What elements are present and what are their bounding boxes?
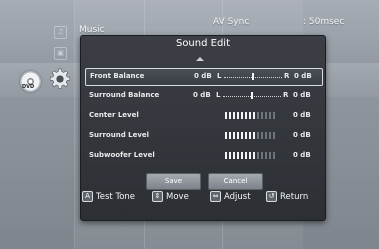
- level-segment: [253, 152, 255, 159]
- adjust-hint: ⇔ Adjust: [210, 191, 251, 202]
- balance-thumb[interactable]: [252, 73, 254, 80]
- level-segment: [261, 152, 263, 159]
- level-segment: [245, 132, 247, 139]
- level-segment: [237, 132, 239, 139]
- return-hint[interactable]: ↺ Return: [266, 191, 308, 202]
- test-tone-hint[interactable]: A Test Tone: [82, 191, 135, 202]
- dialog-title: Sound Edit: [175, 38, 231, 49]
- photo-icon: ▣: [54, 47, 67, 60]
- level-segment: [257, 152, 259, 159]
- subwoofer-level-row[interactable]: Subwoofer Level 0 dB: [85, 148, 321, 164]
- level-segment: [253, 112, 255, 119]
- balance-right-value: 0 dB: [293, 91, 311, 99]
- level-segment: [265, 132, 267, 139]
- level-segment: [245, 152, 247, 159]
- level-segment: [233, 152, 235, 159]
- row-label: Surround Balance: [89, 91, 160, 99]
- level-segment: [237, 152, 239, 159]
- level-segment: [249, 132, 251, 139]
- level-segment: [269, 112, 271, 119]
- level-segment: [241, 152, 243, 159]
- row-value: 0 dB: [194, 72, 212, 80]
- level-segment: [261, 132, 263, 139]
- level-segment: [233, 132, 235, 139]
- balance-left-label: L: [216, 91, 221, 99]
- level-segment: [273, 132, 275, 139]
- level-segment: [229, 152, 231, 159]
- background-av-sync-label: AV Sync: [213, 17, 250, 27]
- level-segment: [273, 152, 275, 159]
- level-segment: [269, 152, 271, 159]
- level-segment: [237, 112, 239, 119]
- balance-left-label: L: [217, 72, 222, 80]
- level-segment: [225, 152, 227, 159]
- level-segment: [253, 132, 255, 139]
- level-segment: [265, 152, 267, 159]
- level-segment: [225, 112, 227, 119]
- balance-right-value: 0 dB: [294, 72, 312, 80]
- background-menu-title: Music: [79, 25, 105, 35]
- balance-right-label: R: [284, 72, 290, 80]
- level-segment: [269, 132, 271, 139]
- a-key-icon: A: [82, 191, 93, 202]
- front-balance-row[interactable]: Front Balance 0 dB L R 0 dB: [85, 68, 323, 86]
- row-value: 0 dB: [293, 151, 311, 159]
- gear-icon: [49, 68, 71, 89]
- surround-level-row[interactable]: Surround Level 0 dB: [85, 128, 321, 144]
- center-level-row[interactable]: Center Level 0 dB: [85, 108, 321, 124]
- level-segment: [241, 112, 243, 119]
- level-segment: [245, 112, 247, 119]
- disc-label: DVD: [22, 84, 35, 90]
- adjust-label: Adjust: [224, 192, 251, 202]
- music-icon: ♫: [54, 26, 67, 39]
- row-label: Front Balance: [90, 72, 145, 80]
- level-segment: [233, 112, 235, 119]
- tv-screen: ♫ ▣ Music AV Sync : 50msec DVD Sound Edi…: [0, 0, 379, 249]
- level-meter[interactable]: [225, 132, 275, 139]
- return-label: Return: [280, 192, 309, 202]
- level-segment: [229, 112, 231, 119]
- row-value: 0 dB: [293, 111, 311, 119]
- level-segment: [257, 132, 259, 139]
- level-segment: [273, 112, 275, 119]
- row-value: 0 dB: [193, 91, 211, 99]
- balance-thumb[interactable]: [251, 92, 253, 99]
- level-segment: [249, 112, 251, 119]
- level-meter[interactable]: [225, 112, 275, 119]
- level-meter[interactable]: [225, 152, 275, 159]
- left-right-arrows-icon: ⇔: [210, 191, 221, 202]
- up-down-arrows-icon: ⇕: [152, 191, 163, 202]
- help-bar: A Test Tone ⇕ Move ⇔ Adjust ↺ Return: [80, 188, 324, 206]
- row-value: 0 dB: [293, 131, 311, 139]
- move-label: Move: [166, 192, 189, 202]
- level-segment: [229, 132, 231, 139]
- level-segment: [225, 132, 227, 139]
- level-segment: [249, 152, 251, 159]
- surround-balance-row[interactable]: Surround Balance 0 dB L R 0 dB: [85, 88, 321, 104]
- level-segment: [261, 112, 263, 119]
- return-icon: ↺: [266, 191, 277, 202]
- test-tone-label: Test Tone: [96, 192, 136, 202]
- level-segment: [265, 112, 267, 119]
- row-label: Center Level: [89, 111, 139, 119]
- move-hint: ⇕ Move: [152, 191, 189, 202]
- scroll-up-icon[interactable]: [196, 57, 204, 61]
- background-av-sync-value: : 50msec: [303, 17, 345, 27]
- row-label: Subwoofer Level: [89, 151, 155, 159]
- balance-right-label: R: [283, 91, 289, 99]
- level-segment: [257, 112, 259, 119]
- row-label: Surround Level: [89, 131, 150, 139]
- level-segment: [241, 132, 243, 139]
